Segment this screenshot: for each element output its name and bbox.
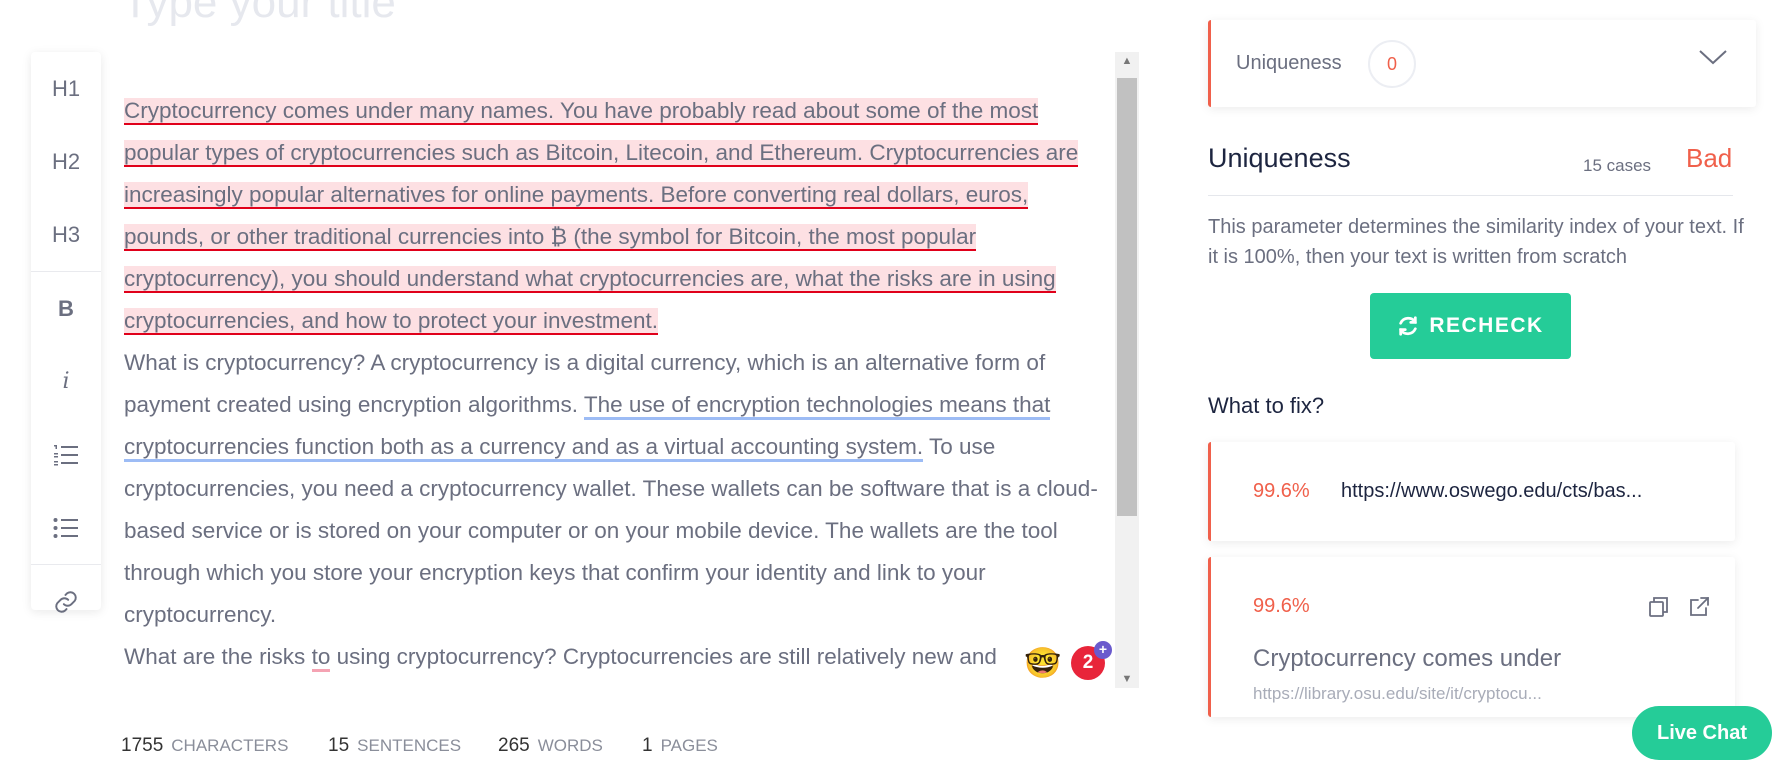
uniqueness-dropdown[interactable]: Uniqueness 0	[1208, 20, 1756, 107]
source-card[interactable]: 99.6% https://www.oswego.edu/cts/bas...	[1208, 442, 1735, 541]
scroll-up-arrow-icon[interactable]: ▲	[1115, 52, 1139, 70]
paragraph: What are the risks to using cryptocurren…	[124, 636, 1110, 678]
ordered-list-icon	[54, 444, 78, 465]
paragraph: Cryptocurrency comes under many names. Y…	[124, 90, 1110, 342]
recheck-button[interactable]: RECHECK	[1370, 293, 1571, 359]
paragraph-text: To use cryptocurrencies, you need a cryp…	[124, 434, 1098, 627]
editor-scrollbar[interactable]: ▲ ▼	[1115, 52, 1139, 688]
match-percent: 99.6%	[1253, 480, 1310, 502]
divider	[1208, 195, 1733, 196]
cases-count: 15 cases	[1583, 156, 1652, 175]
h3-button[interactable]: H3	[31, 198, 101, 271]
source-url[interactable]: https://www.oswego.edu/cts/bas...	[1341, 480, 1642, 503]
source-title: Cryptocurrency comes under	[1253, 645, 1562, 672]
paragraph-text: What are the risks	[124, 644, 312, 669]
ordered-list-button[interactable]	[31, 418, 101, 491]
scrollbar-thumb[interactable]	[1117, 78, 1137, 516]
words-stat: 265 WORDS	[498, 735, 603, 756]
h1-button[interactable]: H1	[31, 52, 101, 125]
uniqueness-score: 0	[1368, 40, 1416, 88]
bullet-list-icon	[53, 517, 78, 538]
grammar-underline[interactable]: to	[311, 644, 331, 672]
uniqueness-heading: Uniqueness	[1208, 143, 1351, 173]
refresh-icon	[1399, 316, 1418, 336]
plagiarism-highlight[interactable]: Cryptocurrency comes under many names. Y…	[124, 98, 1079, 335]
plus-icon[interactable]: +	[1094, 641, 1112, 659]
source-card[interactable]: 99.6% Cryptocurrency comes under https:/…	[1208, 557, 1735, 717]
match-percent: 99.6%	[1253, 595, 1310, 617]
source-actions	[1647, 595, 1711, 619]
uniqueness-card-label: Uniqueness	[1236, 52, 1342, 74]
pages-stat: 1 PAGES	[642, 735, 718, 756]
format-toolbar: H1 H2 H3 B i	[31, 52, 101, 613]
scroll-down-arrow-icon[interactable]: ▼	[1115, 670, 1139, 688]
link-icon	[55, 590, 77, 613]
stats-bar: 1755 CHARACTERS 15 SENTENCES 265 WORDS 1 PAG…	[0, 713, 1783, 767]
bold-button[interactable]: B	[31, 272, 101, 345]
live-chat-button[interactable]: Live Chat	[1632, 706, 1772, 760]
status-badge: Bad	[1686, 143, 1733, 173]
italic-button[interactable]: i	[31, 345, 101, 418]
external-link-icon[interactable]	[1687, 595, 1711, 619]
characters-stat: 1755 CHARACTERS	[121, 735, 289, 756]
link-button[interactable]	[31, 565, 101, 638]
nerd-face-icon[interactable]: 🤓	[1024, 646, 1061, 681]
paragraph: What is cryptocurrency? A cryptocurrency…	[124, 342, 1110, 636]
uniqueness-description: This parameter determines the similarity…	[1208, 216, 1744, 268]
sentences-stat: 15 SENTENCES	[328, 735, 462, 756]
text-editor[interactable]: Cryptocurrency comes under many names. Y…	[124, 90, 1110, 680]
paragraph-text: using cryptocurrency? Cryptocurrencies a…	[330, 644, 997, 669]
recheck-label: RECHECK	[1429, 314, 1544, 337]
h2-button[interactable]: H2	[31, 125, 101, 198]
what-to-fix-heading: What to fix?	[1208, 393, 1325, 418]
chevron-down-icon[interactable]	[1698, 48, 1728, 66]
title-placeholder[interactable]: Type your title	[122, 0, 396, 28]
bullet-list-button[interactable]	[31, 491, 101, 564]
copy-icon[interactable]	[1647, 595, 1671, 619]
source-url[interactable]: https://library.osu.edu/site/it/cryptocu…	[1253, 684, 1542, 704]
